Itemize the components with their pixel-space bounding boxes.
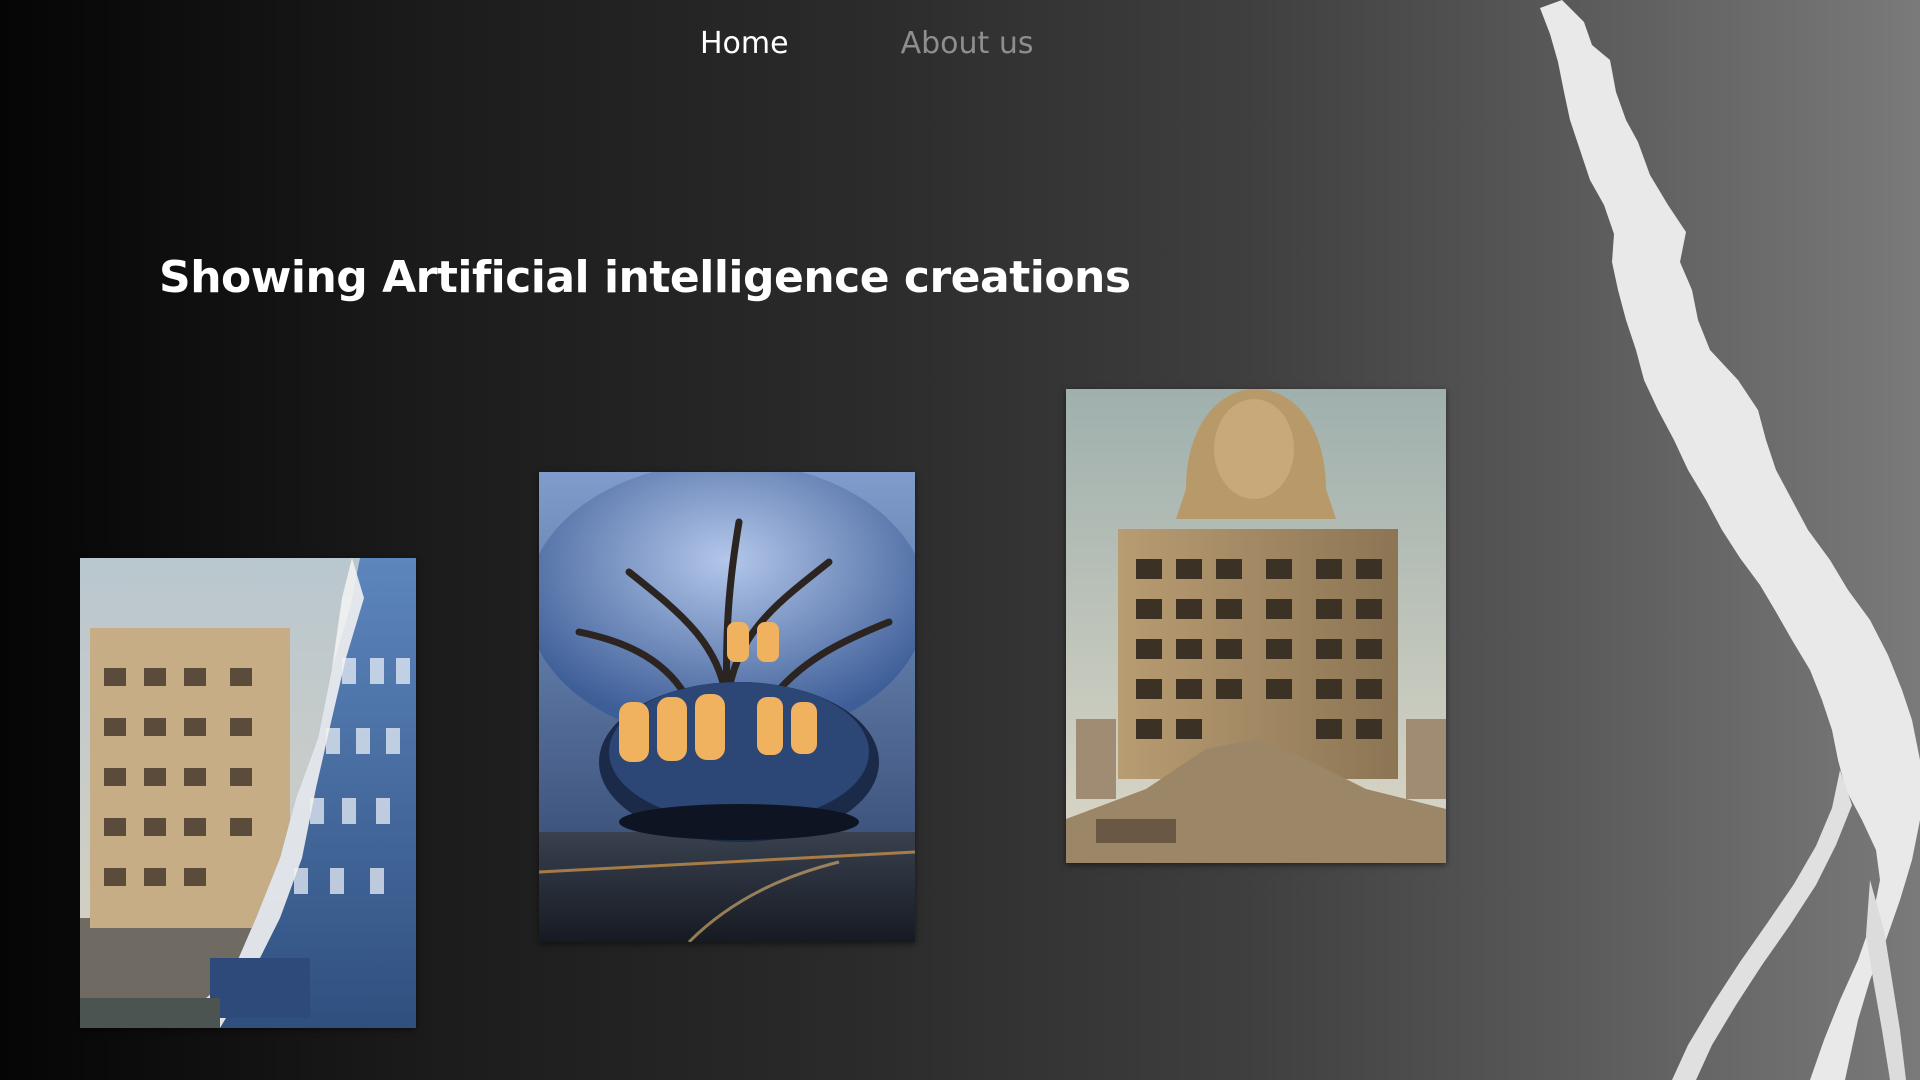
torn-paper-decoration [1540, 0, 1920, 1080]
gallery-image-torn-buildings[interactable] [80, 558, 416, 1028]
nav-about-link[interactable]: About us [901, 22, 1034, 66]
torn-buildings-image [80, 558, 416, 1028]
gallery-image-sphinx-building[interactable] [1066, 389, 1446, 863]
sphinx-ruined-building-image [1066, 389, 1446, 863]
tree-house-bus-image [539, 472, 915, 942]
top-navigation: Home About us [700, 22, 1033, 66]
nav-home-link[interactable]: Home [700, 22, 789, 66]
gallery-image-tree-house-bus[interactable] [539, 472, 915, 942]
page-title: Showing Artificial intelligence creation… [159, 252, 1131, 303]
